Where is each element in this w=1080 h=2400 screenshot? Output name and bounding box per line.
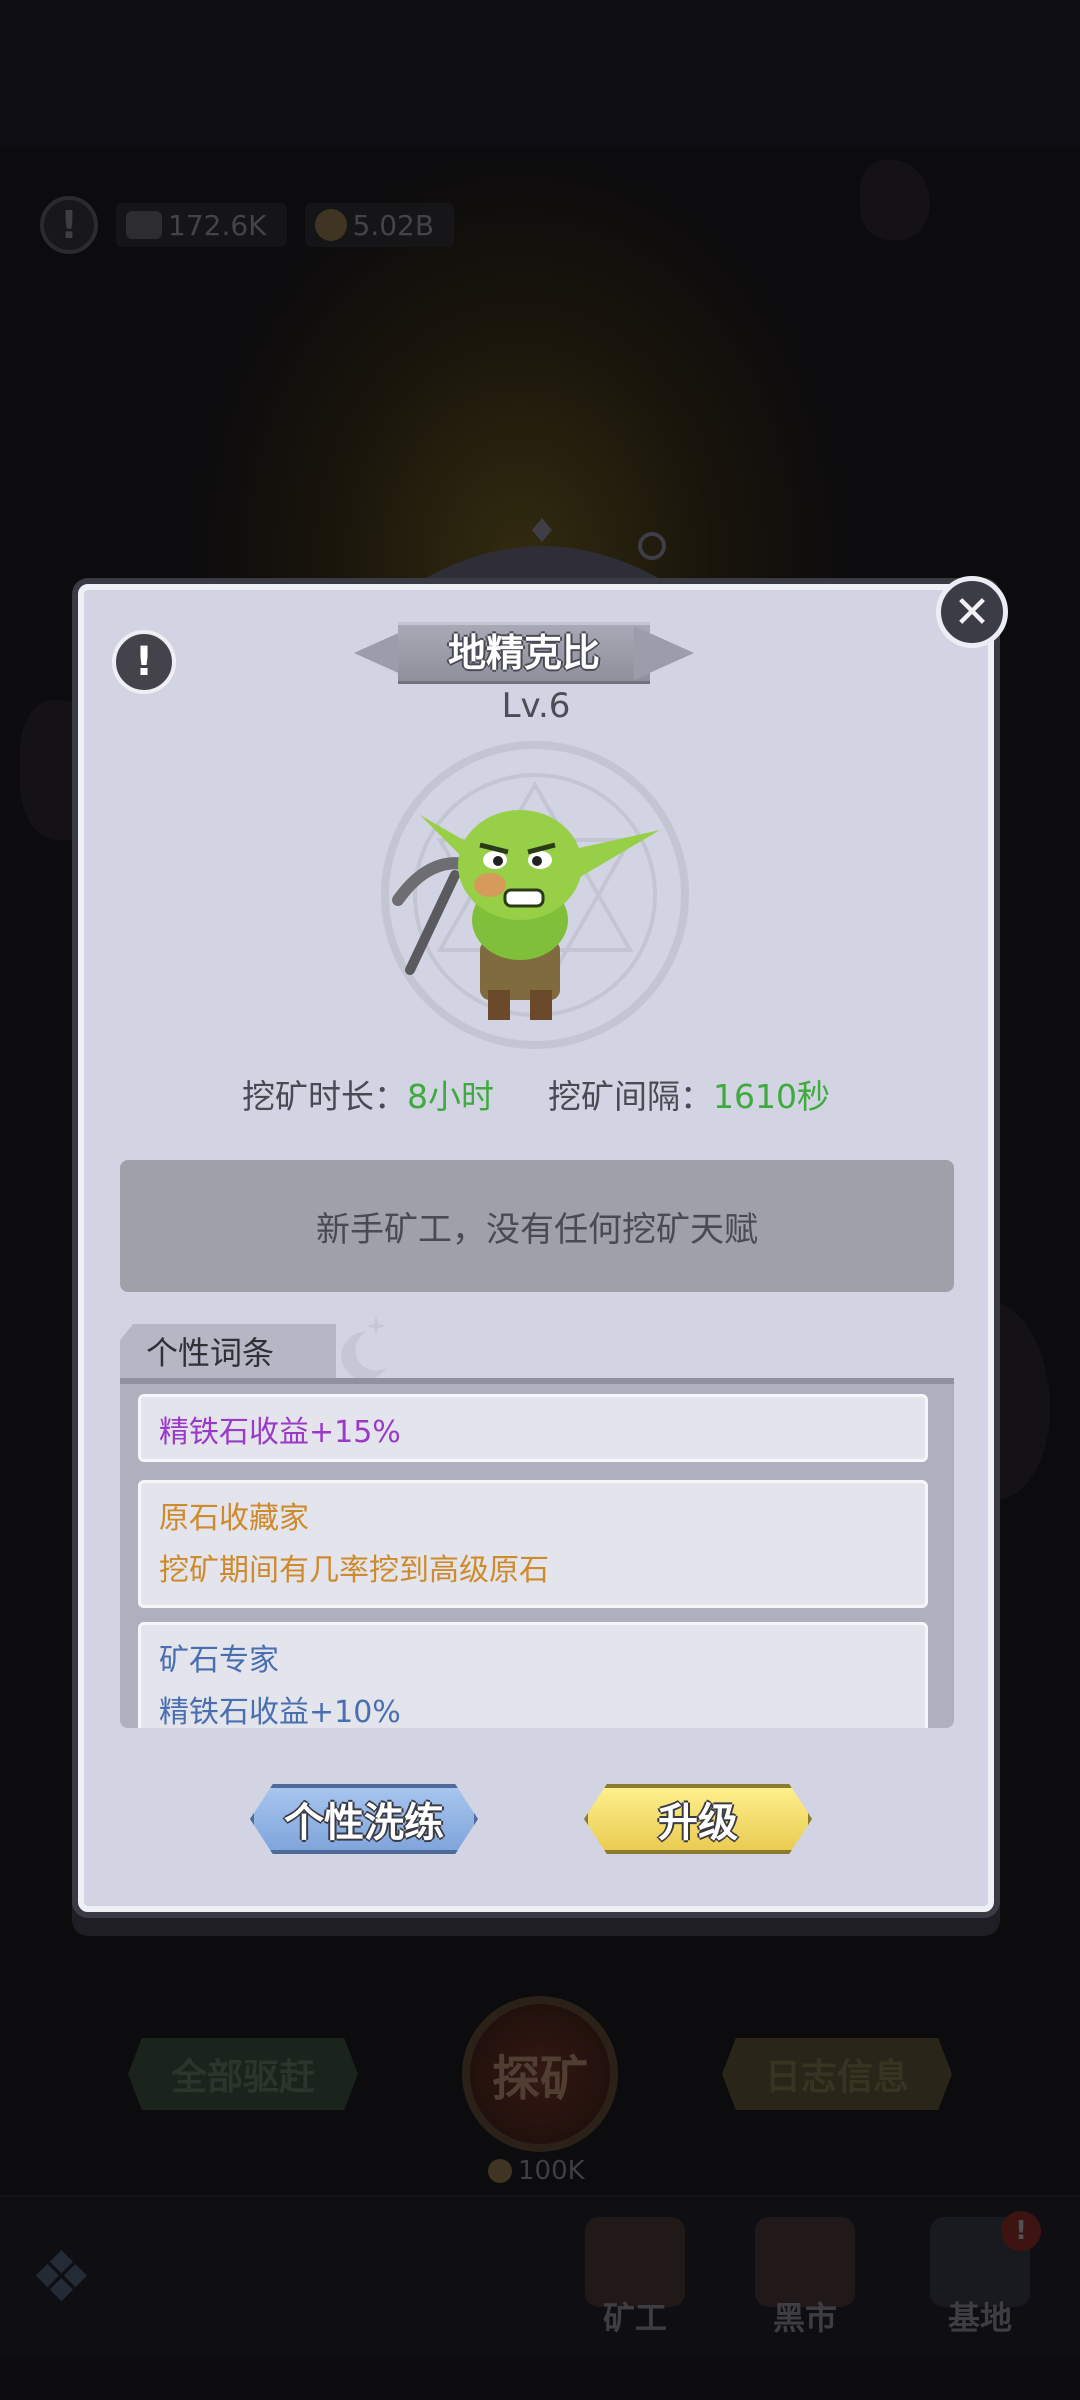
- miner-name: 地精克比: [447, 631, 600, 675]
- trait-name: 矿石专家: [159, 1643, 279, 1678]
- miner-detail-dialog: ! 地精克比 Lv.6 挖矿时长：8小时 挖矿间隔：1610秒 新手矿工，没有任何…: [78, 584, 994, 1912]
- miner-description: 新手矿工，没有任何挖矿天赋: [120, 1160, 954, 1292]
- goblin-portrait: [381, 741, 689, 1049]
- dialog-crest-ornament: [412, 518, 672, 586]
- trait-name: 精铁石收益+15%: [159, 1415, 401, 1450]
- duration-value: 8小时: [407, 1077, 494, 1116]
- trait-name: 原石收藏家: [159, 1501, 309, 1536]
- trait-item: 精铁石收益+15%: [138, 1394, 928, 1462]
- traits-section-title: 个性词条: [120, 1324, 336, 1378]
- trait-item: 原石收藏家 挖矿期间有几率挖到高级原石: [138, 1480, 928, 1608]
- trait-detail: 精铁石收益+10%: [159, 1695, 401, 1728]
- miner-level: Lv.6: [501, 686, 571, 726]
- duration-label: 挖矿时长：: [242, 1077, 407, 1116]
- mining-stats: 挖矿时长：8小时 挖矿间隔：1610秒: [84, 1070, 988, 1118]
- crescent-moon-icon: [341, 1316, 386, 1378]
- traits-list[interactable]: 精铁石收益+15% 原石收藏家 挖矿期间有几率挖到高级原石 矿石专家 精铁石收益…: [120, 1378, 954, 1728]
- name-banner: 地精克比: [354, 622, 694, 684]
- info-icon[interactable]: !: [112, 630, 176, 694]
- trait-item: 矿石专家 精铁石收益+10%: [138, 1622, 928, 1728]
- interval-label: 挖矿间隔：: [548, 1077, 713, 1116]
- refine-traits-button[interactable]: 个性洗练: [250, 1784, 478, 1854]
- upgrade-button[interactable]: 升级: [584, 1784, 812, 1854]
- close-icon[interactable]: ✕: [936, 576, 1008, 648]
- trait-detail: 挖矿期间有几率挖到高级原石: [159, 1553, 549, 1588]
- interval-value: 1610秒: [713, 1077, 830, 1116]
